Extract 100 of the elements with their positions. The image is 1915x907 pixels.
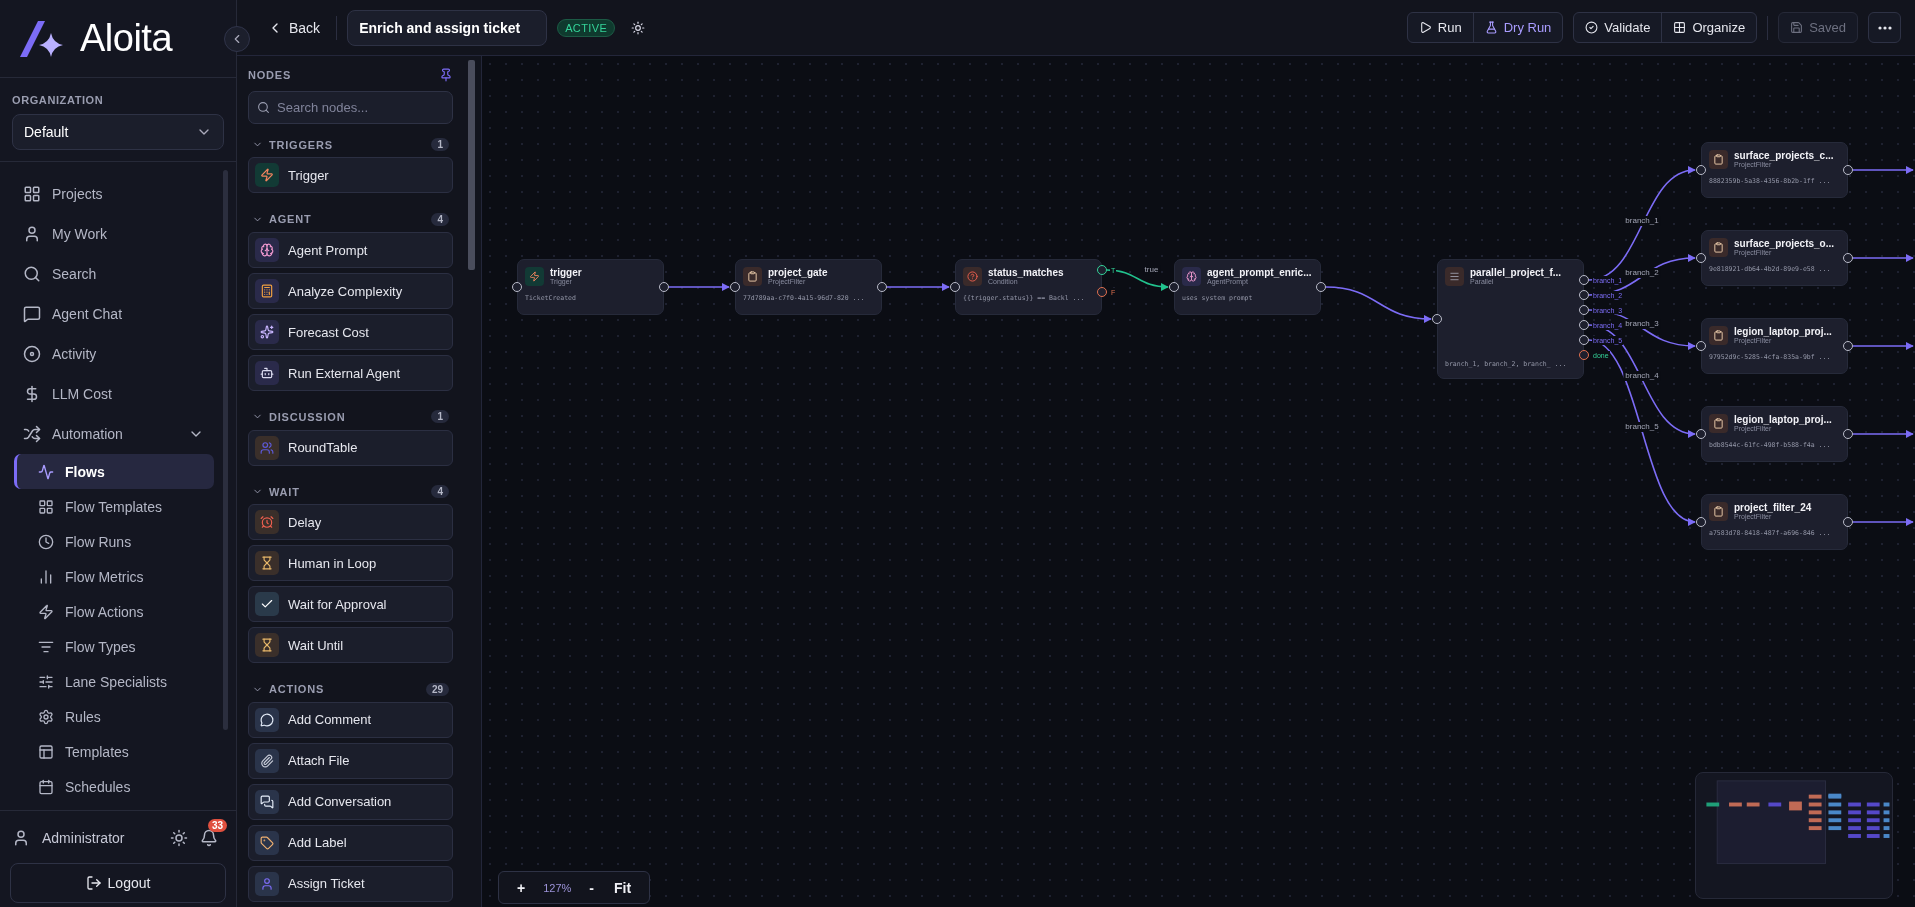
zoom-level: 127% <box>542 881 573 894</box>
nav-subitem[interactable]: Flow Actions <box>14 594 214 629</box>
node-item[interactable]: Analyze Complexity <box>248 273 453 310</box>
group-header[interactable]: DISCUSSION 1 <box>248 404 453 430</box>
nav-icon <box>23 185 41 203</box>
connector-edge <box>1852 430 1914 438</box>
node-item[interactable]: Wait for Approval <box>248 586 453 623</box>
nav-icon <box>38 568 54 585</box>
edge-label: branch_1 <box>1623 216 1661 226</box>
node-item[interactable]: Agent Prompt <box>248 232 453 269</box>
port-handle[interactable] <box>1843 517 1853 527</box>
node-type-icon <box>255 435 279 460</box>
back-button[interactable]: Back <box>261 15 327 40</box>
nav-subitem[interactable]: Flow Metrics <box>14 559 214 594</box>
port-handle[interactable] <box>1696 341 1706 351</box>
port-handle[interactable] <box>730 282 740 292</box>
edge-label: branch_5 <box>1623 422 1661 432</box>
port-handle[interactable] <box>1843 429 1853 439</box>
node-item[interactable]: Human in Loop <box>248 545 453 582</box>
node-icon <box>1445 267 1464 286</box>
port-handle[interactable] <box>1316 282 1326 292</box>
port-handle[interactable] <box>1097 287 1107 297</box>
node-item[interactable]: Forecast Cost <box>248 314 453 351</box>
port-handle[interactable] <box>950 282 960 292</box>
toolbar-button[interactable]: Organize <box>1661 13 1757 42</box>
port-handle[interactable] <box>1169 282 1179 292</box>
node-title: surface_projects_c... <box>1734 150 1834 161</box>
node-title: project_gate <box>768 267 828 278</box>
node-item[interactable]: Delay <box>248 504 453 541</box>
palette-title: NODES <box>248 69 292 82</box>
node-item[interactable]: Trigger <box>248 157 453 194</box>
node-item[interactable]: Add Label <box>248 825 453 861</box>
group-header[interactable]: AGENT 4 <box>248 206 453 233</box>
port-handle[interactable] <box>1843 165 1853 175</box>
scrollbar[interactable] <box>468 60 475 270</box>
node-item[interactable]: RoundTable <box>248 429 453 466</box>
toolbar-button[interactable]: Run <box>1407 13 1473 42</box>
group-count: 4 <box>431 485 449 498</box>
nav-item[interactable]: Projects <box>8 174 214 214</box>
collapse-button[interactable] <box>224 26 250 52</box>
port-handle[interactable] <box>659 282 669 292</box>
nav-subitem[interactable]: Flow Runs <box>14 524 214 559</box>
port-handle[interactable] <box>1097 265 1107 275</box>
nav-item[interactable]: My Work <box>8 214 214 254</box>
port-handle[interactable] <box>877 282 887 292</box>
node-title: legion_laptop_proj... <box>1734 414 1832 425</box>
fit-button[interactable]: Fit <box>606 877 640 898</box>
nav-icon <box>38 708 54 725</box>
node-item[interactable]: Add Conversation <box>248 784 453 820</box>
nav-subitem[interactable]: Rules <box>14 699 214 734</box>
theme-toggle[interactable] <box>170 829 188 847</box>
logout-icon <box>85 875 102 891</box>
toolbar-button[interactable]: Validate <box>1574 13 1662 42</box>
nav-item[interactable]: Activity <box>8 334 214 374</box>
group-header[interactable]: ACTIONS 29 <box>248 676 453 702</box>
zoom-in-button[interactable]: + <box>509 877 534 898</box>
nav-item[interactable]: LLM Cost <box>8 374 214 414</box>
port-handle[interactable] <box>1696 165 1706 175</box>
zoom-out-button[interactable]: - <box>581 877 602 898</box>
port-handle[interactable] <box>512 282 522 292</box>
edge-label: branch_3 <box>1623 319 1661 329</box>
notifications-button[interactable] <box>200 829 218 847</box>
scrollbar[interactable] <box>223 170 228 730</box>
logout-button[interactable]: Logout <box>10 863 226 903</box>
toolbar-button[interactable]: Dry Run <box>1472 13 1563 42</box>
node-item[interactable]: Assign Ticket <box>248 866 453 902</box>
nav-subitem[interactable]: Flows <box>14 454 214 489</box>
nav-subitem[interactable]: Flow Types <box>14 629 214 664</box>
nav-subitem[interactable]: Flow Templates <box>14 489 214 524</box>
node-item[interactable]: Attach File <box>248 743 453 779</box>
organization-select[interactable]: Default <box>12 114 224 150</box>
node-item[interactable]: Run External Agent <box>248 355 453 392</box>
connector-edge <box>1106 269 1169 291</box>
group-header[interactable]: TRIGGERS 1 <box>248 131 453 158</box>
port-handle[interactable] <box>1843 341 1853 351</box>
nav-subitem[interactable]: Schedules <box>14 769 214 804</box>
grid-icon <box>1673 21 1687 34</box>
nav-item[interactable]: Search <box>8 254 214 294</box>
node-title: trigger <box>550 267 582 278</box>
node-item[interactable]: Add Comment <box>248 702 453 738</box>
nav-item[interactable]: Automation <box>8 414 214 454</box>
node-type-icon <box>255 361 279 386</box>
port-handle[interactable] <box>1432 314 1442 324</box>
more-button[interactable] <box>1868 12 1901 43</box>
nav-icon <box>38 603 54 620</box>
port-handle[interactable] <box>1843 253 1853 263</box>
minimap[interactable] <box>1695 772 1893 899</box>
nav-item[interactable]: Agent Chat <box>8 294 214 334</box>
sun-icon[interactable] <box>631 20 646 35</box>
node-item[interactable]: Wait Until <box>248 627 453 664</box>
pin-button[interactable] <box>439 68 453 83</box>
node-type-icon <box>255 633 279 658</box>
flow-name-field[interactable]: Enrich and assign ticket <box>347 9 548 46</box>
nav-subitem[interactable]: Templates <box>14 734 214 769</box>
port-handle[interactable] <box>1696 517 1706 527</box>
port-handle[interactable] <box>1696 429 1706 439</box>
group-header[interactable]: WAIT 4 <box>248 478 453 505</box>
port-handle[interactable] <box>1696 253 1706 263</box>
search-field[interactable]: Search nodes... <box>248 90 453 124</box>
nav-subitem[interactable]: Lane Specialists <box>14 664 214 699</box>
